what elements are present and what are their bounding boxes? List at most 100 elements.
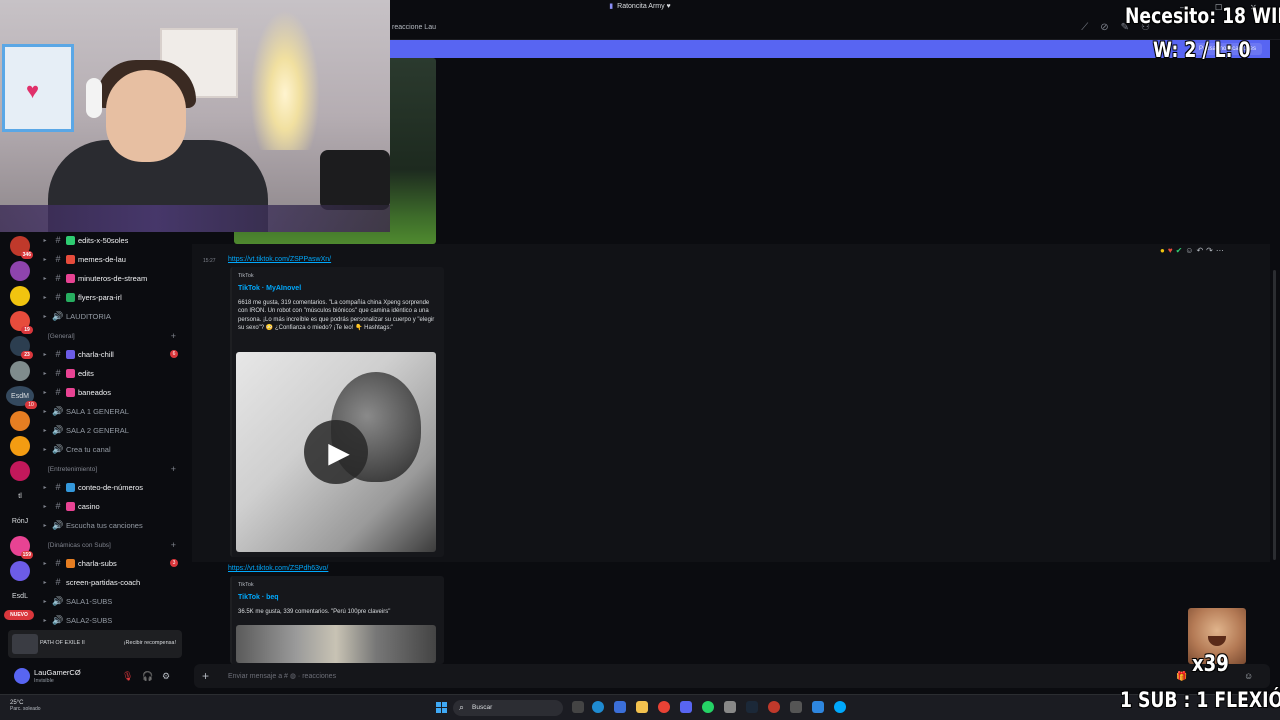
expand-arrow-icon[interactable]: ▸ [40, 560, 50, 567]
whatsapp-icon[interactable] [702, 701, 714, 713]
add-channel-icon[interactable]: + [171, 464, 176, 474]
voice-channel[interactable]: ▸ 🔊 LAUDITORIA [40, 307, 186, 325]
text-channel[interactable]: ▸ # charla-subs 3 [40, 554, 186, 572]
windows-start-icon[interactable] [436, 702, 447, 713]
text-channel[interactable]: ▸ # edits-x-50soles [40, 231, 186, 249]
expand-arrow-icon[interactable]: ▸ [40, 579, 50, 586]
server-icon[interactable]: 346 [10, 236, 33, 259]
check-reaction-icon[interactable]: ✔ [1176, 246, 1183, 255]
expand-arrow-icon[interactable]: ▸ [40, 256, 50, 263]
expand-arrow-icon[interactable]: ▸ [40, 370, 50, 377]
channel-category[interactable]: [Dinámicas con Subs] + [48, 538, 186, 552]
voice-channel[interactable]: ▸ 🔊 SALA1-SUBS [40, 592, 186, 610]
mic-muted-icon[interactable]: 🎙 [122, 671, 133, 682]
app-icon-2[interactable] [812, 701, 824, 713]
add-channel-icon[interactable]: + [171, 331, 176, 341]
video-thumbnail[interactable]: ▶ [236, 352, 436, 552]
expand-arrow-icon[interactable]: ▸ [40, 598, 50, 605]
voice-channel[interactable]: ▸ 🔊 SALA 1 GENERAL [40, 402, 186, 420]
threads-icon[interactable]: ⟋ [1081, 22, 1088, 33]
server-icon[interactable]: EsdL [6, 586, 34, 606]
attach-plus-icon[interactable]: + [202, 669, 209, 683]
voice-channel[interactable]: ▸ 🔊 Escucha tus canciones [40, 516, 186, 534]
server-icon[interactable] [10, 436, 30, 456]
server-icon[interactable]: RónJ [6, 511, 34, 531]
app-icon[interactable] [724, 701, 736, 713]
expand-arrow-icon[interactable]: ▸ [40, 617, 50, 624]
copilot-icon[interactable] [614, 701, 626, 713]
weather-widget[interactable]: 25°C Parc. soleado [10, 700, 41, 712]
scrollbar[interactable] [1273, 270, 1276, 560]
text-channel[interactable]: ▸ # casino [40, 497, 186, 515]
voice-channel[interactable]: ▸ 🔊 SALA 2 GENERAL [40, 421, 186, 439]
video-thumbnail-2[interactable] [236, 625, 436, 663]
emoji-picker-icon[interactable]: ☺ [1244, 671, 1253, 681]
server-icon[interactable]: 23 [10, 336, 33, 359]
terminal-icon[interactable] [790, 701, 802, 713]
gift-icon[interactable]: 🎁 [1176, 671, 1187, 682]
voice-channel[interactable]: ▸ 🔊 Crea tu canal [40, 440, 186, 458]
message-composer[interactable]: + Enviar mensaje a # ◍ · reacciones 🎁 ☺ [194, 664, 1270, 688]
expand-arrow-icon[interactable]: ▸ [40, 427, 50, 434]
server-icon[interactable]: EsdM 10 [6, 386, 37, 409]
play-icon[interactable]: ▶ [304, 420, 368, 484]
expand-arrow-icon[interactable]: ▸ [40, 484, 50, 491]
expand-arrow-icon[interactable]: ▸ [40, 408, 50, 415]
expand-arrow-icon[interactable]: ▸ [40, 522, 50, 529]
server-icon[interactable] [10, 261, 30, 281]
edge-icon[interactable] [592, 701, 604, 713]
claim-reward-button[interactable]: ¡Recibir recompensa! [124, 640, 176, 646]
channel-category[interactable]: [General] + [48, 329, 186, 343]
text-channel[interactable]: ▸ # flyers-para-irl [40, 288, 186, 306]
embed-title[interactable]: TikTok · MyAInovel [238, 285, 301, 292]
expand-arrow-icon[interactable]: ▸ [40, 313, 50, 320]
server-icon[interactable]: tl [6, 486, 34, 506]
more-icon[interactable]: ⋯ [1216, 246, 1224, 255]
add-reaction-icon[interactable]: ☺ [1185, 246, 1193, 255]
text-channel[interactable]: ▸ # edits [40, 364, 186, 382]
settings-gear-icon[interactable]: ⚙ [162, 671, 170, 682]
mute-icon[interactable]: ⊘ [1100, 22, 1108, 33]
expand-arrow-icon[interactable]: ▸ [40, 351, 50, 358]
forward-icon[interactable]: ↷ [1206, 246, 1213, 255]
voice-channel[interactable]: ▸ 🔊 SALA2-SUBS [40, 611, 186, 629]
file-explorer-icon[interactable] [636, 701, 648, 713]
reply-icon[interactable]: ↶ [1196, 246, 1203, 255]
discord-taskbar-icon[interactable] [680, 701, 692, 713]
text-channel[interactable]: ▸ # baneados [40, 383, 186, 401]
server-icon[interactable] [10, 411, 30, 431]
tiktok-link[interactable]: https://vt.tiktok.com/ZSPPaswXn/ [228, 256, 331, 263]
expand-arrow-icon[interactable]: ▸ [40, 389, 50, 396]
tiktok-link-2[interactable]: https://vt.tiktok.com/ZSPdh63vo/ [228, 565, 328, 572]
server-icon[interactable] [10, 461, 30, 481]
emoji-reaction-icon[interactable]: ● [1160, 246, 1165, 255]
text-channel[interactable]: ▸ # screen-partidas-coach [40, 573, 186, 591]
expand-arrow-icon[interactable]: ▸ [40, 294, 50, 301]
add-channel-icon[interactable]: + [171, 540, 176, 550]
server-icon[interactable] [10, 286, 30, 306]
server-icon[interactable] [10, 561, 30, 581]
expand-arrow-icon[interactable]: ▸ [40, 237, 50, 244]
chrome-icon[interactable] [658, 701, 670, 713]
text-channel[interactable]: ▸ # minuteros-de-stream [40, 269, 186, 287]
server-icon[interactable]: 19 [10, 311, 33, 334]
heart-reaction-icon[interactable]: ♥ [1168, 246, 1173, 255]
channel-category[interactable]: [Entretenimiento] + [48, 462, 186, 476]
app-icon-3[interactable] [834, 701, 846, 713]
text-channel[interactable]: ▸ # conteo-de-números [40, 478, 186, 496]
steam-icon[interactable] [746, 701, 758, 713]
expand-arrow-icon[interactable]: ▸ [40, 275, 50, 282]
text-channel[interactable]: ▸ # memes-de-lau [40, 250, 186, 268]
deafen-icon[interactable]: 🎧 [142, 671, 153, 682]
avatar[interactable] [14, 668, 30, 684]
obs-icon[interactable] [768, 701, 780, 713]
promo-card[interactable]: PATH OF EXILE II ¡Recibir recompensa! [8, 630, 182, 658]
embed-title[interactable]: TikTok · beq [238, 594, 279, 601]
server-icon[interactable]: 159 [10, 536, 33, 559]
task-view-icon[interactable] [572, 701, 584, 713]
taskbar-search[interactable]: ⌕ Buscar [453, 700, 563, 716]
text-channel[interactable]: ▸ # charla-chill 6 [40, 345, 186, 363]
expand-arrow-icon[interactable]: ▸ [40, 503, 50, 510]
server-icon[interactable] [10, 361, 30, 381]
expand-arrow-icon[interactable]: ▸ [40, 446, 50, 453]
